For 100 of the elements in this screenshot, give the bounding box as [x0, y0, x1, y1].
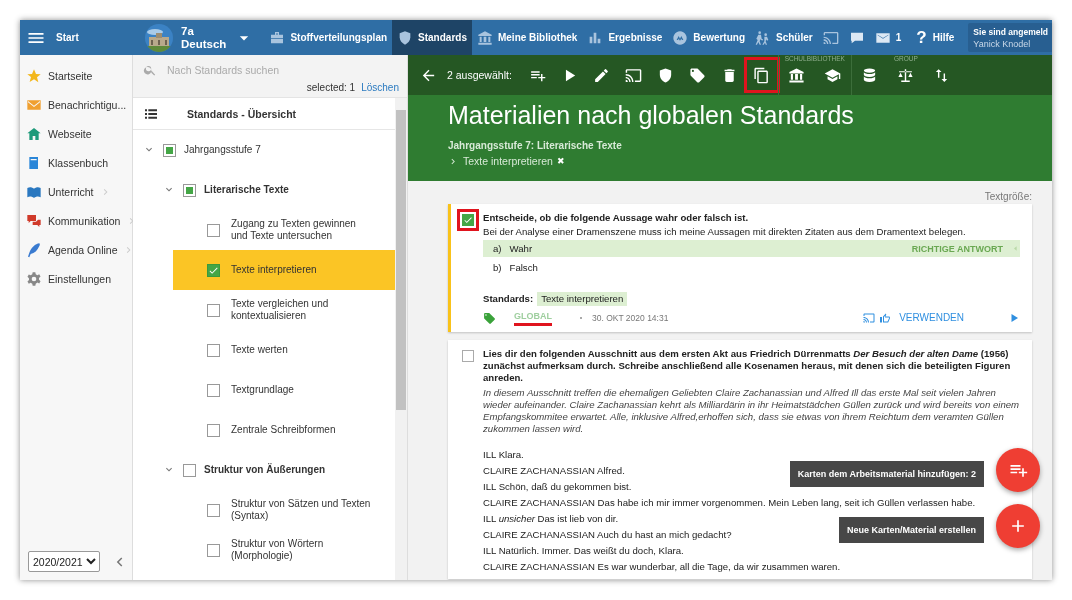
nav-tab[interactable]: Stoffverteilungsplan	[264, 20, 393, 55]
house-icon	[26, 125, 42, 142]
tag-icon[interactable]	[483, 311, 496, 325]
checkbox[interactable]	[183, 183, 196, 197]
selected-count: selected: 1	[306, 82, 356, 95]
copy-button[interactable]	[745, 59, 778, 91]
correct-option-row[interactable]: a) Wahr RICHTIGE ANTWORT	[483, 240, 1020, 257]
sidebar-item[interactable]: Agenda Online	[20, 235, 132, 264]
tree-item[interactable]: Literarische Texte	[133, 170, 395, 210]
class-name[interactable]: 7a	[181, 24, 227, 38]
checkbox[interactable]	[207, 303, 220, 317]
gear-icon	[26, 270, 42, 287]
option-letter: b)	[493, 261, 502, 274]
correct-answer-label: RICHTIGE ANTWORT	[911, 242, 1003, 255]
checkbox[interactable]	[207, 223, 220, 237]
checkbox[interactable]	[207, 423, 220, 437]
dialogue-line: ILL Schön, daß du gekommen bist.	[483, 481, 632, 493]
sidebar-item[interactable]: Benachrichtigu...	[20, 90, 132, 119]
option-letter: a)	[493, 242, 502, 255]
tree-item[interactable]: Zugang zu Texten gewinnen und Texte untersuchen	[173, 210, 395, 250]
tree-item[interactable]: Struktur von Wörtern (Morphologie)	[173, 530, 395, 570]
question-text: Lies dir den folgenden Ausschnitt aus dem ersten Akt aus Friedrich Dürrenmatts Der Besuch der alten Dame (1956) zunächst aufmerksam durch. Schreibe anschließend alle Kosenamen heraus, mit denen sich die beteiligten Figuren anreden.	[483, 348, 1012, 384]
caret-left-icon	[1011, 244, 1020, 253]
help-icon[interactable]: ?	[916, 27, 927, 48]
tree-item[interactable]: Struktur von Sätzen und Texten (Syntax)	[173, 490, 395, 530]
badge-icon	[672, 29, 689, 46]
checkbox[interactable]	[462, 214, 474, 226]
standard-tag: Texte interpretieren	[537, 292, 628, 306]
dialogue-line: CLAIRE ZACHANASSIAN Das habe ich mir immer vorgenommen. Mein Leben lang, seit ich Güllen verlassen habe.	[483, 497, 976, 509]
use-link[interactable]: VERWENDEN	[899, 312, 964, 324]
question-text: Entscheide, ob die folgende Aussage wahr oder falsch ist.	[483, 212, 750, 224]
nav-button[interactable]: 1	[869, 20, 907, 55]
tree-item[interactable]: Texte interpretieren	[173, 250, 395, 290]
sidebar-item[interactable]: Webseite	[20, 119, 132, 148]
tree-heading: Standards - Übersicht	[187, 107, 297, 120]
sidebar-item[interactable]: Klassenbuch	[20, 148, 132, 177]
dialogue-line: CLAIRE ZACHANASSIAN Auch du hast an mich gedacht?	[483, 529, 732, 541]
checkbox[interactable]	[207, 503, 220, 517]
bank-icon	[788, 66, 806, 84]
page-subtitle: Jahrgangsstufe 7: Literarische Texte	[448, 140, 623, 151]
dialogue-line: ILL Klara.	[483, 449, 524, 461]
search-field[interactable]: Nach Standards suchen	[133, 55, 407, 82]
sidebar-item[interactable]: Kommunikation	[20, 206, 132, 235]
standards-label: Standards:	[483, 293, 534, 305]
clear-link[interactable]: Löschen	[361, 82, 399, 97]
help-link[interactable]: Hilfe	[932, 32, 955, 43]
scrollbar[interactable]	[395, 98, 407, 580]
tooltip: Neue Karten/Material erstellen	[838, 517, 984, 543]
option-text[interactable]: Wahr	[509, 242, 904, 255]
selection-count: 2 ausgewählt:	[447, 69, 512, 81]
star-icon	[26, 67, 42, 84]
checkbox[interactable]	[207, 343, 220, 357]
nav-tab[interactable]: Schüler	[750, 20, 818, 55]
statement-text: Bei der Analyse einer Dramenszene muss ich meine Aussagen mit direkten Zitaten aus dem Dramentext belegen.	[483, 226, 967, 238]
chat-bubbles-icon	[26, 212, 42, 229]
checkbox[interactable]	[207, 263, 220, 277]
tree-item[interactable]: Struktur von Äußerungen	[133, 450, 395, 490]
cast-icon	[822, 29, 839, 46]
graduation-cap-icon	[824, 66, 842, 84]
subject-name[interactable]: Deutsch	[181, 37, 227, 51]
checkbox[interactable]	[462, 350, 474, 362]
nav-tab[interactable]: Bewertung	[667, 20, 750, 55]
dialogue-line: ILL Natürlich. Immer. Das weißt du doch, Klara.	[483, 545, 684, 557]
year-select[interactable]: 2020/2021	[28, 551, 100, 572]
tree-item[interactable]: Texte werten	[173, 330, 395, 370]
sidebar-item[interactable]: Einstellungen	[20, 264, 132, 293]
pencil-icon	[593, 66, 611, 84]
option-text[interactable]: Falsch	[509, 261, 1020, 274]
dialogue-line: ILL unsicher Das ist lieb von dir.	[483, 513, 619, 525]
dialogue-line: CLAIRE ZACHANASSIAN Alfred.	[483, 465, 625, 477]
start-label[interactable]: Start	[56, 32, 79, 43]
cast-icon[interactable]	[863, 312, 876, 324]
copy-icon	[753, 66, 771, 84]
dialogue-line: CLAIRE ZACHANASSIAN Es war wunderbar, all die Tage, da wir zusammen waren.	[483, 561, 841, 573]
checkbox[interactable]	[183, 463, 196, 477]
sidebar-item[interactable]: Startseite	[20, 61, 132, 90]
tag-icon	[689, 66, 707, 84]
quill-icon	[26, 241, 42, 258]
scale-icon	[897, 66, 915, 84]
remove-filter-icon[interactable]: ✖	[556, 156, 565, 166]
tree-item[interactable]: Zentrale Schreibformen	[173, 410, 395, 450]
scope-label: GLOBAL	[514, 310, 552, 326]
search-input[interactable]: Nach Standards suchen	[165, 63, 399, 77]
tooltip: Karten dem Arbeitsmaterial hinzufügen: 2	[789, 461, 984, 487]
search-icon	[143, 63, 157, 77]
nav-tab[interactable]: Ergebnisse	[582, 20, 668, 55]
checkbox[interactable]	[163, 143, 176, 157]
check-icon	[463, 215, 473, 225]
nav-tab[interactable]: Meine Bibliothek	[471, 20, 583, 55]
page-title: Materialien nach globalen Standards	[448, 100, 855, 130]
cast-icon	[625, 66, 643, 84]
user-panel[interactable]: Sie sind angemeld Yanick Knodel	[968, 23, 1052, 52]
thumb-up-icon[interactable]	[879, 312, 892, 324]
sidebar-item[interactable]: Unterricht	[20, 177, 132, 206]
tree-item[interactable]: Textgrundlage	[173, 370, 395, 410]
checkbox[interactable]	[207, 543, 220, 557]
checkbox[interactable]	[207, 383, 220, 397]
tree-item[interactable]: Texte vergleichen und kontextualisieren	[173, 290, 395, 330]
tree-item[interactable]: Jahrgangsstufe 7	[133, 130, 395, 170]
nav-tab[interactable]: Standards	[392, 20, 472, 55]
